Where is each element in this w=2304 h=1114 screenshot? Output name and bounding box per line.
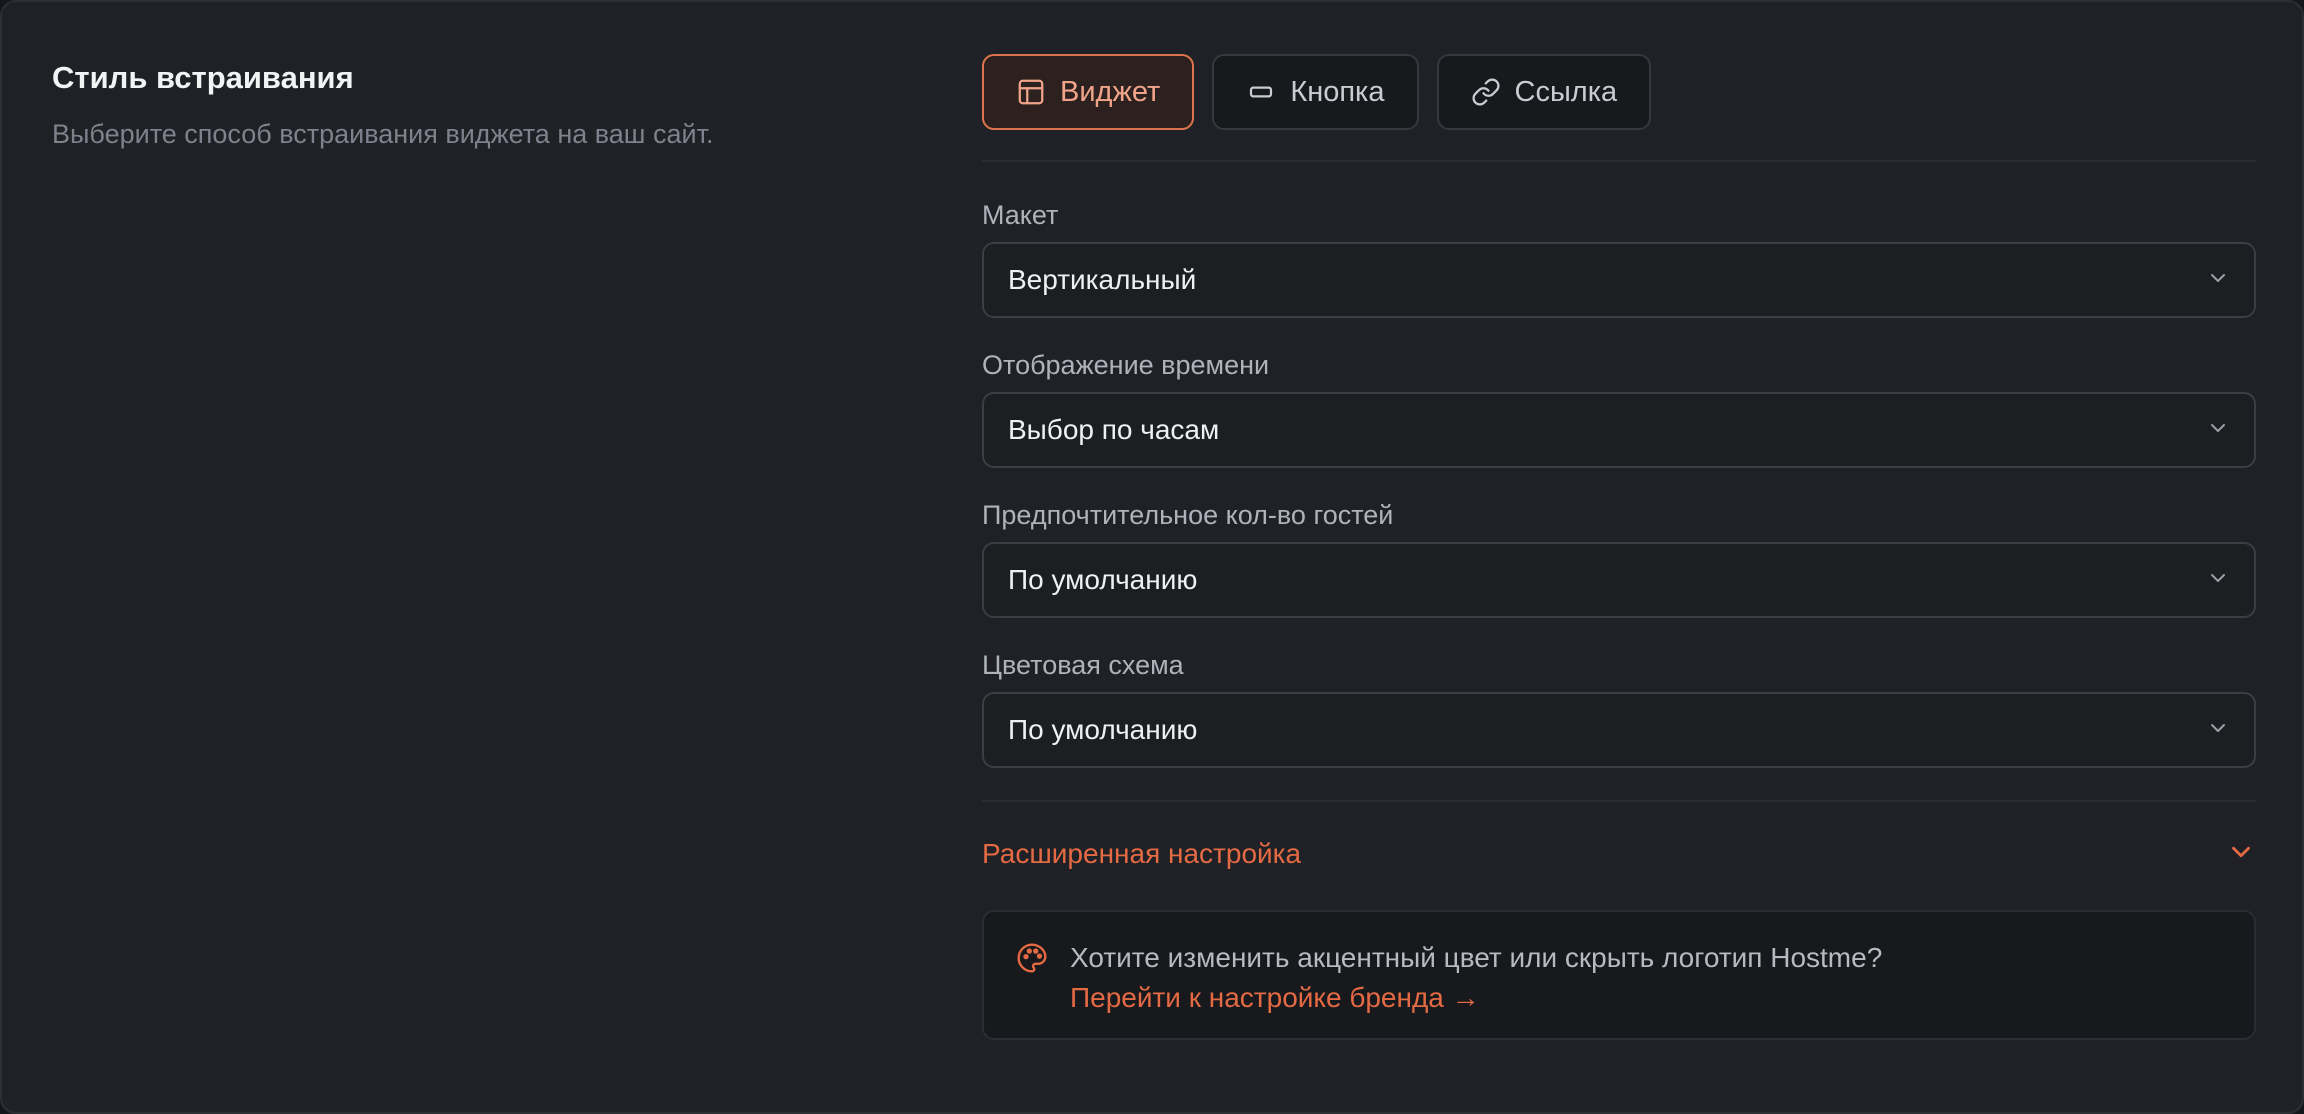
layout-select[interactable]: Вертикальный (982, 242, 2256, 318)
color-scheme-value: По умолчанию (1008, 714, 1198, 745)
tab-button-label: Кнопка (1290, 75, 1385, 108)
chevron-down-icon (2206, 566, 2230, 595)
advanced-settings-label: Расширенная настройка (982, 838, 1302, 869)
brand-settings-link[interactable]: Перейти к настройке бренда → (1070, 978, 1882, 1018)
palette-icon (1016, 938, 1048, 1012)
chevron-down-icon (2206, 416, 2230, 445)
guests-label: Предпочтительное кол-во гостей (982, 500, 1394, 530)
brand-settings-hint: Хотите изменить акцентный цвет или скрыт… (982, 910, 2256, 1040)
time-display-value: Выбор по часам (1008, 414, 1220, 445)
embed-type-tabs: Виджет Кнопка Ссылка (982, 54, 2256, 130)
advanced-settings-toggle[interactable]: Расширенная настройка (982, 836, 2256, 872)
time-display-label: Отображение времени (982, 350, 1270, 380)
layout-value: Вертикальный (1008, 264, 1197, 295)
time-display-select[interactable]: Выбор по часам (982, 392, 2256, 468)
settings-panel: Виджет Кнопка Ссылка Макет Вертикальный … (982, 54, 2256, 1040)
divider (982, 800, 2256, 802)
guests-select[interactable]: По умолчанию (982, 542, 2256, 618)
tab-button[interactable]: Кнопка (1212, 54, 1419, 130)
guests-field: Предпочтительное кол-во гостей По умолча… (982, 498, 2256, 618)
section-header: Стиль встраивания Выберите способ встраи… (52, 58, 912, 152)
embed-style-card: Стиль встраивания Выберите способ встраи… (0, 0, 2304, 1114)
divider (982, 160, 2256, 162)
time-display-field: Отображение времени Выбор по часам (982, 348, 2256, 468)
color-scheme-select[interactable]: По умолчанию (982, 692, 2256, 768)
tab-widget-label: Виджет (1060, 75, 1161, 108)
chevron-down-icon (2206, 716, 2230, 745)
layout-label: Макет (982, 200, 1059, 230)
section-description: Выберите способ встраивания виджета на в… (52, 119, 714, 149)
tab-link-label: Ссылка (1514, 75, 1618, 108)
layout-icon (1016, 77, 1046, 107)
button-icon (1246, 77, 1276, 107)
tab-widget[interactable]: Виджет (982, 54, 1195, 130)
color-scheme-field: Цветовая схема По умолчанию (982, 648, 2256, 768)
link-icon (1471, 77, 1501, 107)
section-title: Стиль встраивания (52, 60, 354, 95)
guests-value: По умолчанию (1008, 564, 1198, 595)
color-scheme-label: Цветовая схема (982, 650, 1184, 680)
layout-field: Макет Вертикальный (982, 198, 2256, 318)
chevron-down-icon (2226, 837, 2256, 872)
hint-text: Хотите изменить акцентный цвет или скрыт… (1070, 942, 1883, 973)
tab-link[interactable]: Ссылка (1436, 54, 1652, 130)
chevron-down-icon (2206, 266, 2230, 295)
hint-content: Хотите изменить акцентный цвет или скрыт… (1070, 938, 1883, 1013)
